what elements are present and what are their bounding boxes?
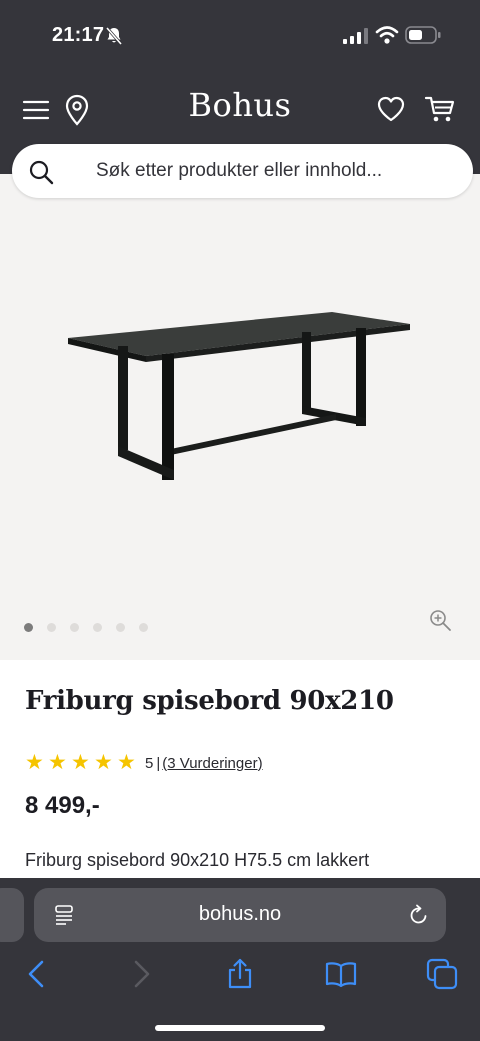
product-description: Friburg spisebord 90x210 H75.5 cm lakker… (25, 850, 370, 870)
status-time: 21:17 (52, 24, 105, 46)
previous-tab-peek[interactable] (0, 888, 24, 942)
battery-icon (405, 26, 441, 44)
address-bar[interactable]: bohus.no (34, 888, 446, 942)
gallery-dot[interactable] (24, 623, 33, 632)
zoom-in-icon[interactable] (428, 608, 452, 632)
back-icon[interactable] (22, 958, 54, 990)
star-icon: ★ (117, 751, 136, 774)
share-icon[interactable] (224, 958, 256, 990)
gallery-dot[interactable] (139, 623, 148, 632)
home-indicator[interactable] (155, 1025, 325, 1031)
search-bar[interactable]: Søk etter produkter eller innhold... (12, 144, 473, 198)
product-title: Friburg spisebord 90x210 (25, 686, 394, 716)
product-rating: ★ ★ ★ ★ ★ 5 | (3 Vurderinger) (25, 752, 263, 774)
url-text[interactable]: bohus.no (34, 903, 446, 926)
cart-icon[interactable] (424, 94, 456, 124)
forward-icon[interactable] (124, 958, 156, 990)
star-icon: ★ (25, 751, 44, 774)
product-price: 8 499,- (25, 792, 100, 819)
gallery-dot[interactable] (93, 623, 102, 632)
rating-stars: ★ ★ ★ ★ ★ (25, 751, 137, 774)
search-input[interactable]: Søk etter produkter eller innhold... (96, 160, 382, 182)
reviews-link[interactable]: (3 Vurderinger) (162, 755, 262, 772)
star-icon: ★ (71, 751, 90, 774)
gallery-dot[interactable] (116, 623, 125, 632)
rating-separator: | (156, 754, 161, 772)
site-logo[interactable]: Bohus (0, 86, 480, 124)
heart-icon[interactable] (376, 94, 406, 124)
gallery-dot[interactable] (47, 623, 56, 632)
tabs-icon[interactable] (426, 958, 458, 990)
gallery-dot[interactable] (70, 623, 79, 632)
rating-value: 5 (145, 754, 154, 772)
product-image-dining-table[interactable] (66, 310, 412, 480)
browser-toolbar: bohus.no (0, 878, 480, 1041)
wifi-icon (375, 26, 399, 44)
product-gallery[interactable] (0, 174, 480, 660)
bell-slash-icon (105, 27, 123, 45)
status-bar: 21:17 (0, 0, 480, 72)
bookmarks-icon[interactable] (325, 958, 357, 990)
star-icon: ★ (94, 751, 113, 774)
star-icon: ★ (48, 751, 67, 774)
signal-icon (343, 28, 368, 44)
reload-icon[interactable] (408, 904, 430, 926)
search-icon (29, 160, 54, 185)
